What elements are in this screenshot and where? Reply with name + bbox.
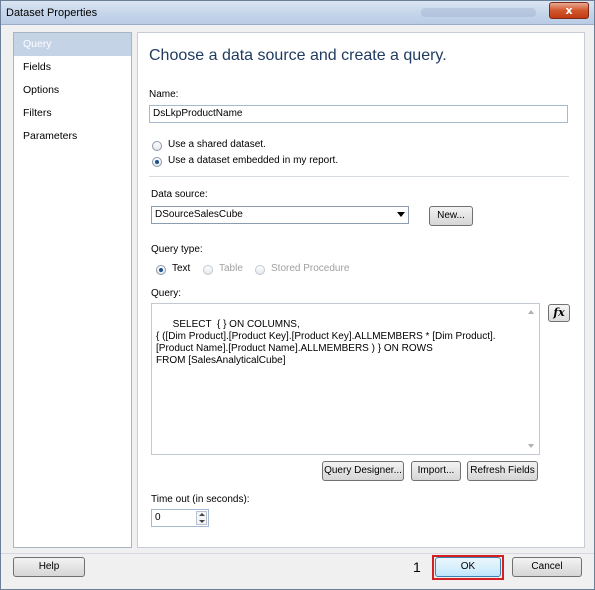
footer-divider <box>1 553 594 554</box>
blurred-title-text <box>421 8 536 17</box>
expression-fx-button[interactable]: fx <box>548 304 570 322</box>
refresh-fields-button[interactable]: Refresh Fields <box>467 461 538 481</box>
radio-querytype-text-label: Text <box>172 263 191 274</box>
radio-querytype-table-label: Table <box>219 263 243 274</box>
name-field[interactable]: DsLkpProductName <box>149 105 568 123</box>
scroll-up-icon[interactable] <box>528 310 534 314</box>
help-button[interactable]: Help <box>13 557 85 577</box>
window-title: Dataset Properties <box>6 7 98 19</box>
sidebar-item-parameters[interactable]: Parameters <box>14 125 131 148</box>
query-editor[interactable]: SELECT { } ON COLUMNS, { ([Dim Product].… <box>151 303 540 455</box>
query-designer-button[interactable]: Query Designer... <box>322 461 404 481</box>
radio-querytype-table <box>203 265 213 275</box>
sidebar-item-label: Parameters <box>23 130 78 142</box>
new-datasource-button[interactable]: New... <box>429 206 473 226</box>
sidebar-item-label: Query <box>23 38 52 50</box>
datasource-select[interactable]: DSourceSalesCube <box>151 206 409 224</box>
radio-querytype-text[interactable] <box>156 265 166 275</box>
dataset-properties-dialog: Dataset Properties x Query Fields Option… <box>0 0 595 590</box>
timeout-stepper[interactable]: 0 <box>151 509 209 527</box>
name-label: Name: <box>149 89 179 100</box>
scroll-down-icon[interactable] <box>528 444 534 448</box>
import-button[interactable]: Import... <box>411 461 461 481</box>
chevron-down-icon <box>397 212 405 217</box>
stepper-down-icon[interactable] <box>199 520 205 523</box>
stepper-up-icon[interactable] <box>199 513 205 516</box>
query-scrollbar[interactable] <box>524 305 538 453</box>
sidebar-item-label: Filters <box>23 107 52 119</box>
query-text: SELECT { } ON COLUMNS, { ([Dim Product].… <box>156 319 496 366</box>
radio-shared-dataset[interactable] <box>152 141 162 151</box>
sidebar-item-label: Fields <box>23 61 52 73</box>
title-bar[interactable]: Dataset Properties x <box>1 1 594 25</box>
divider <box>149 176 569 177</box>
datasource-label: Data source: <box>151 189 208 200</box>
query-panel: Choose a data source and create a query.… <box>137 32 585 548</box>
sidebar-item-filters[interactable]: Filters <box>14 102 131 125</box>
sidebar-item-query[interactable]: Query <box>14 33 131 56</box>
radio-querytype-storedproc <box>255 265 265 275</box>
stepper-buttons[interactable] <box>196 511 207 525</box>
sidebar-item-fields[interactable]: Fields <box>14 56 131 79</box>
radio-shared-dataset-label: Use a shared dataset. <box>168 139 266 150</box>
sidebar-item-options[interactable]: Options <box>14 79 131 102</box>
page-title: Choose a data source and create a query. <box>149 47 447 64</box>
radio-querytype-storedproc-label: Stored Procedure <box>271 263 350 274</box>
close-button[interactable]: x <box>549 2 589 19</box>
step-annotation: 1 <box>413 559 421 575</box>
timeout-value: 0 <box>155 512 161 523</box>
query-label: Query: <box>151 288 182 299</box>
sidebar-item-label: Options <box>23 84 60 96</box>
datasource-select-value: DSourceSalesCube <box>155 209 243 220</box>
sidebar-nav: Query Fields Options Filters Parameters <box>13 32 132 548</box>
timeout-label: Time out (in seconds): <box>151 494 250 505</box>
ok-highlight-box <box>432 555 504 580</box>
radio-embedded-dataset[interactable] <box>152 157 162 167</box>
querytype-label: Query type: <box>151 244 203 255</box>
radio-embedded-dataset-label: Use a dataset embedded in my report. <box>168 155 339 166</box>
cancel-button[interactable]: Cancel <box>512 557 582 577</box>
